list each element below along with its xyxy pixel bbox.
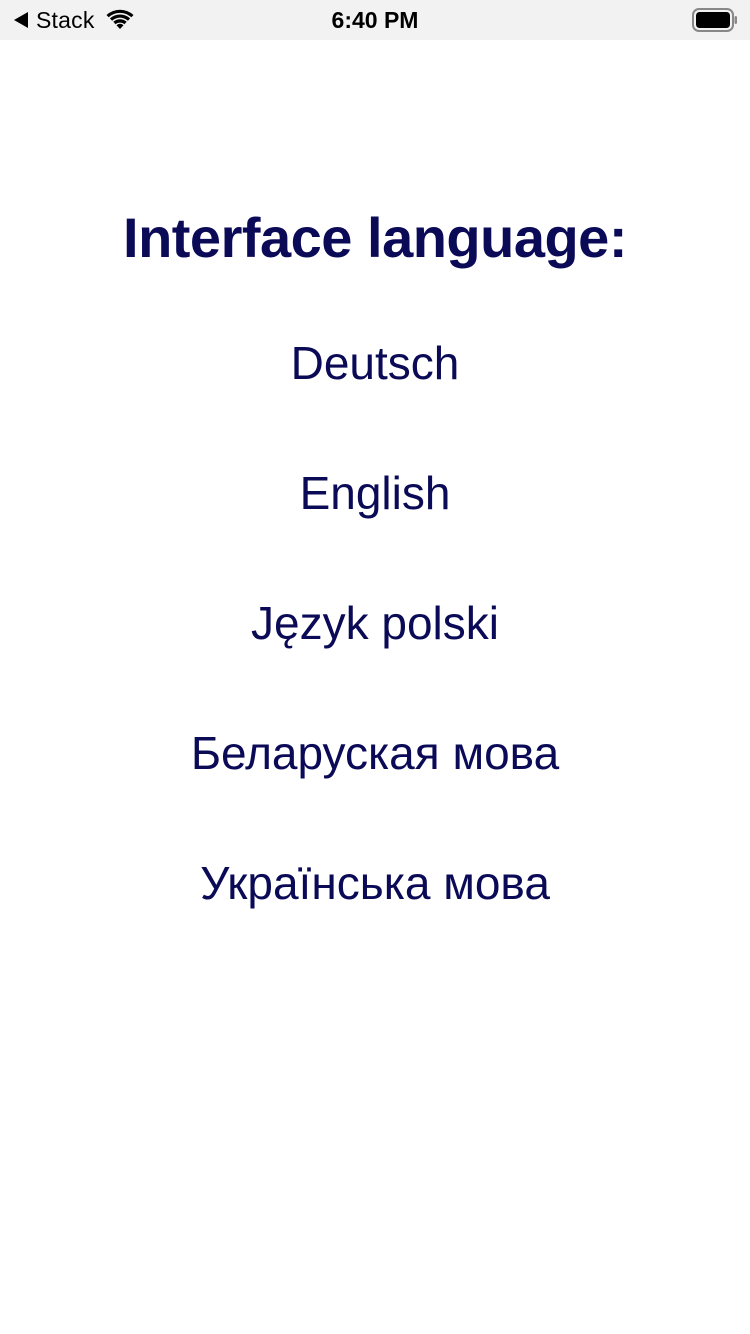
language-option-english[interactable]: English bbox=[0, 460, 750, 590]
page-title: Interface language: bbox=[123, 206, 627, 269]
language-option-ukrainian[interactable]: Українська мова bbox=[0, 850, 750, 980]
language-option-polski[interactable]: Język polski bbox=[0, 590, 750, 720]
language-list: Deutsch English Język polski Беларуская … bbox=[0, 330, 750, 980]
language-option-deutsch[interactable]: Deutsch bbox=[0, 330, 750, 460]
language-option-belarusian[interactable]: Беларуская мова bbox=[0, 720, 750, 850]
language-selection-screen: Interface language: Deutsch English Języ… bbox=[0, 0, 750, 1334]
